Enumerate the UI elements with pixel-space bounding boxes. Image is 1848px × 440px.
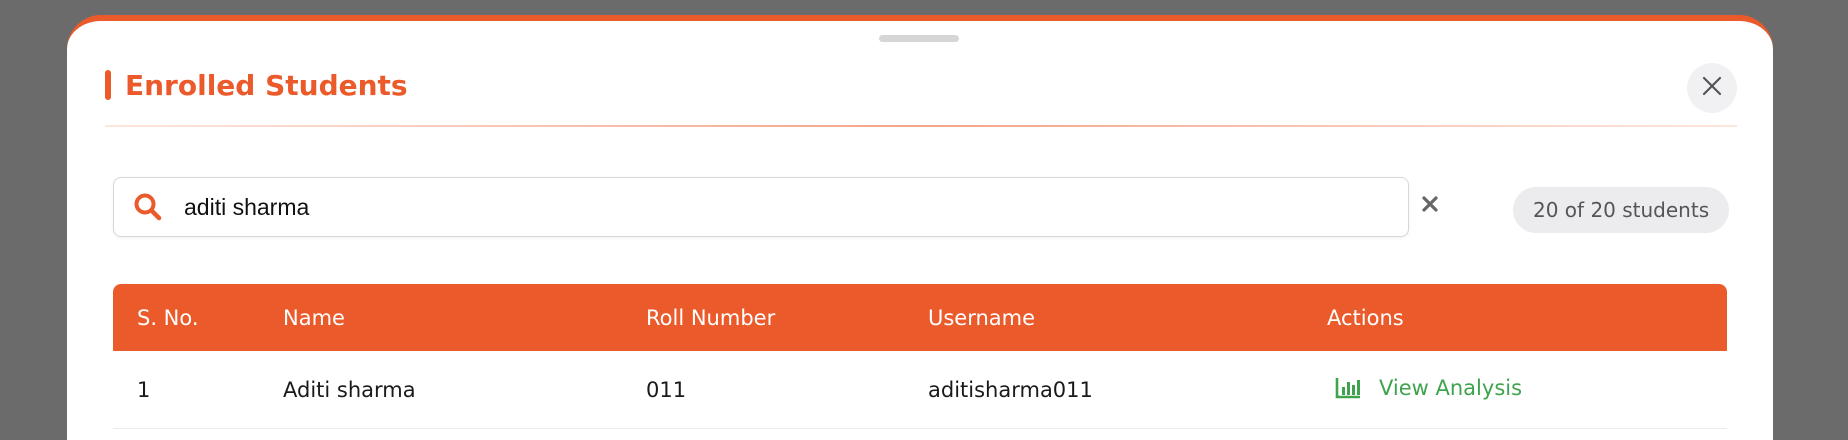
header-sno: S. No. [137,305,199,330]
cell-roll-number: 011 [646,377,687,402]
view-analysis-link[interactable]: View Analysis [1327,376,1522,400]
header-roll-number: Roll Number [646,305,776,330]
search-box [113,177,1409,237]
cell-name: Aditi sharma [283,377,416,402]
students-table: S. No. Name Roll Number Username Actions… [113,284,1727,429]
search-input[interactable] [184,193,1364,221]
table-header: S. No. Name Roll Number Username Actions [113,284,1727,351]
student-count-badge: 20 of 20 students [1513,187,1730,233]
drag-handle[interactable] [879,35,959,42]
clear-icon [1421,195,1439,217]
header-divider [105,125,1737,127]
header-username: Username [928,305,1036,330]
bar-chart-icon [1335,377,1361,399]
cell-sno: 1 [137,377,151,402]
enrolled-students-modal: Enrolled Students 20 of 20 students S. N… [67,15,1773,440]
search-icon [130,189,166,225]
title-accent-bar [105,70,111,100]
header-name: Name [283,305,345,330]
modal-title: Enrolled Students [125,68,408,102]
view-analysis-label: View Analysis [1379,375,1523,400]
modal-header: Enrolled Students [105,68,408,102]
cell-actions: View Analysis [1327,376,1727,404]
close-icon [1701,75,1723,101]
cell-username: aditisharma011 [928,377,1093,402]
table-row: 1 Aditi sharma 011 aditisharma011 View A… [113,351,1727,429]
close-button[interactable] [1687,63,1737,113]
clear-search-button[interactable] [1415,191,1445,221]
header-actions: Actions [1327,305,1404,330]
